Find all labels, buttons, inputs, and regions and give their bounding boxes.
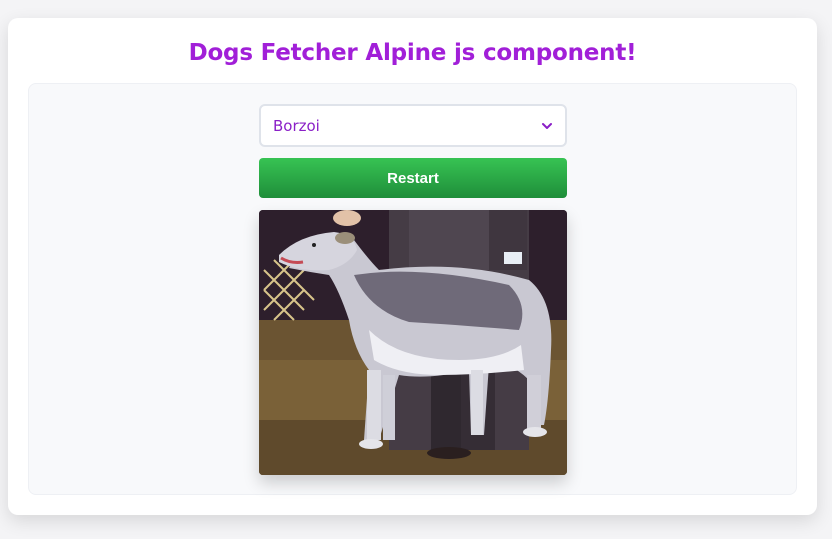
restart-button[interactable]: Restart: [259, 158, 567, 198]
breed-select-value: Borzoi: [273, 116, 320, 135]
component-card: Dogs Fetcher Alpine js component! Borzoi…: [8, 18, 817, 515]
dog-image: [259, 210, 567, 475]
chevron-down-icon: [541, 120, 553, 132]
page-title: Dogs Fetcher Alpine js component!: [188, 40, 637, 66]
breed-select[interactable]: Borzoi: [259, 104, 567, 147]
content-panel: Borzoi Restart: [28, 83, 797, 495]
